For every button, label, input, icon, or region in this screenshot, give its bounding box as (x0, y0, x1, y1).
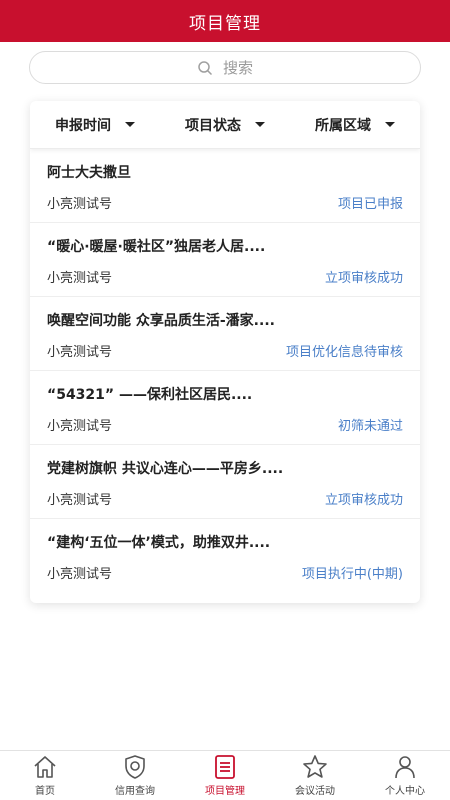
search-placeholder: 搜索 (222, 59, 253, 77)
search-input[interactable]: 搜索 (29, 51, 421, 84)
filter-bar: 申报时间 项目状态 所属区域 (30, 101, 420, 149)
filter-label: 项目状态 (185, 117, 241, 134)
item-title: 阿士大夫撒旦 (47, 165, 131, 181)
list-item[interactable]: 党建树旗帜 共议心连心——平房乡.... 小亮测试号 立项审核成功 (30, 445, 420, 519)
tab-meetings[interactable]: 会议活动 (270, 751, 360, 800)
caret-down-icon (125, 122, 135, 127)
tab-label: 会议活动 (295, 786, 335, 797)
list-item[interactable]: 唤醒空间功能 众享品质生活-潘家.... 小亮测试号 项目优化信息待审核 (30, 297, 420, 371)
bottom-tab-bar: 首页 信用查询 项目管理 会议活动 个人中心 (0, 750, 450, 800)
filter-region[interactable]: 所属区域 (290, 115, 420, 135)
item-title: “暖心·暖屋·暖社区”独居老人居.... (47, 239, 266, 255)
caret-down-icon (385, 122, 395, 127)
shield-icon (125, 755, 145, 779)
list-item[interactable]: “54321” ——保利社区居民.... 小亮测试号 初筛未通过 (30, 371, 420, 445)
tab-label: 信用查询 (115, 786, 155, 797)
item-owner: 小亮测试号 (47, 345, 113, 360)
caret-down-icon (255, 122, 265, 127)
item-status: 立项审核成功 (324, 493, 403, 508)
star-icon (303, 755, 327, 778)
tab-label: 首页 (35, 786, 55, 797)
list-item[interactable]: “建构‘五位一体’模式，助推双井.... 小亮测试号 项目执行中(中期) (30, 519, 420, 593)
list-item[interactable]: “暖心·暖屋·暖社区”独居老人居.... 小亮测试号 立项审核成功 (30, 223, 420, 297)
tab-project-management[interactable]: 项目管理 (180, 751, 270, 800)
item-owner: 小亮测试号 (47, 197, 113, 212)
filter-label: 所属区域 (315, 117, 371, 134)
app-header: 项目管理 (0, 0, 450, 42)
item-title: “54321” ——保利社区居民.... (47, 387, 253, 403)
tab-home[interactable]: 首页 (0, 751, 90, 800)
page-title: 项目管理 (189, 13, 261, 34)
search-icon (198, 60, 213, 75)
filter-apply-time[interactable]: 申报时间 (30, 115, 160, 135)
user-icon (395, 756, 415, 779)
item-status: 项目执行中(中期) (301, 567, 403, 582)
project-list-card: 申报时间 项目状态 所属区域 阿士大夫撒旦 小亮测试号 项目已申报 “暖心·暖屋… (30, 101, 420, 603)
filter-project-status[interactable]: 项目状态 (160, 115, 290, 135)
item-title: 党建树旗帜 共议心连心——平房乡.... (47, 461, 284, 477)
tab-label: 项目管理 (205, 786, 245, 797)
tab-label: 个人中心 (385, 786, 425, 797)
item-status: 项目优化信息待审核 (285, 345, 403, 360)
item-owner: 小亮测试号 (47, 567, 113, 582)
tab-credit-query[interactable]: 信用查询 (90, 751, 180, 800)
item-title: “建构‘五位一体’模式，助推双井.... (47, 535, 271, 551)
item-owner: 小亮测试号 (47, 271, 113, 286)
list-item[interactable]: 阿士大夫撒旦 小亮测试号 项目已申报 (30, 149, 420, 223)
tab-profile[interactable]: 个人中心 (360, 751, 450, 800)
item-title: 唤醒空间功能 众享品质生活-潘家.... (47, 313, 275, 329)
home-icon (34, 756, 56, 778)
document-icon (215, 755, 235, 779)
item-owner: 小亮测试号 (47, 419, 113, 434)
item-status: 立项审核成功 (324, 271, 403, 286)
item-status: 项目已申报 (337, 197, 403, 212)
item-owner: 小亮测试号 (47, 493, 113, 508)
item-status: 初筛未通过 (337, 419, 403, 434)
filter-label: 申报时间 (55, 117, 111, 134)
